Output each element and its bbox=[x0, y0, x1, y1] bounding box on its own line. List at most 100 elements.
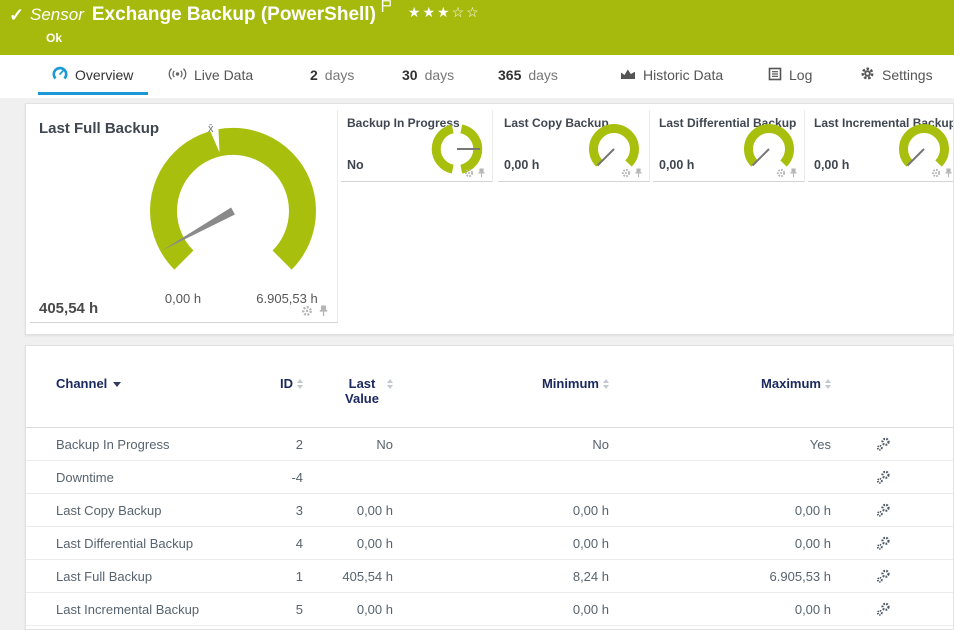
tab-label: days bbox=[528, 67, 558, 83]
channel-maximum: 0,00 h bbox=[609, 536, 831, 551]
stars-empty[interactable]: ☆☆ bbox=[452, 4, 481, 20]
stars-filled[interactable]: ★★★ bbox=[408, 4, 452, 20]
flag-icon bbox=[381, 0, 392, 18]
panel-corner-icons bbox=[464, 168, 486, 178]
channel-last-value: 405,54 h bbox=[303, 569, 393, 584]
pin-icon[interactable] bbox=[789, 168, 798, 178]
table-header-row: Channel ID Last Value Minimum Maximum bbox=[26, 346, 953, 428]
column-header-minimum[interactable]: Minimum bbox=[393, 376, 609, 391]
status-check-icon: ✓ bbox=[9, 5, 24, 26]
tab-label: Historic Data bbox=[643, 67, 723, 83]
column-label: ID bbox=[280, 376, 293, 391]
channel-settings-gears-icon[interactable] bbox=[876, 470, 891, 484]
tab-label: Live Data bbox=[194, 67, 253, 83]
panel-corner-icons bbox=[621, 168, 643, 178]
pin-icon[interactable] bbox=[477, 168, 486, 178]
channel-minimum: 8,24 h bbox=[393, 569, 609, 584]
sort-active-icon bbox=[113, 382, 121, 387]
average-marker-label: x̄ bbox=[208, 123, 214, 135]
gauge-value: No bbox=[347, 158, 364, 172]
gear-icon[interactable] bbox=[464, 168, 474, 178]
channel-name: Last Full Backup bbox=[26, 569, 253, 584]
channel-id: 5 bbox=[253, 602, 303, 617]
pin-icon[interactable] bbox=[944, 168, 953, 178]
pin-icon[interactable] bbox=[318, 305, 329, 317]
gauge-panel-backup-in-progress[interactable]: Backup In Progress No bbox=[341, 110, 493, 182]
tab-bar: Overview Live Data 2 days 30 days 365 da… bbox=[0, 55, 954, 98]
gauge-panel-last-incremental-backup[interactable]: Last Incremental Backup 0,00 h bbox=[808, 110, 954, 182]
channel-last-value: No bbox=[303, 437, 393, 452]
column-header-channel[interactable]: Channel bbox=[26, 376, 253, 391]
channel-maximum: 6.905,53 h bbox=[609, 569, 831, 584]
column-header-id[interactable]: ID bbox=[253, 376, 303, 391]
channel-last-value: 0,00 h bbox=[303, 503, 393, 518]
gear-icon[interactable] bbox=[621, 168, 631, 178]
channel-settings-gears-icon[interactable] bbox=[876, 437, 891, 451]
table-row: Last Differential Backup 4 0,00 h 0,00 h… bbox=[26, 527, 953, 560]
channel-id: 1 bbox=[253, 569, 303, 584]
sensor-type-label: Sensor bbox=[30, 5, 84, 25]
tab-label: Overview bbox=[75, 67, 133, 83]
sensor-header: ✓ Sensor Exchange Backup (PowerShell) ★★… bbox=[0, 0, 954, 55]
gear-icon[interactable] bbox=[776, 168, 786, 178]
column-label: Minimum bbox=[542, 376, 599, 391]
tab-30-days[interactable]: 30 days bbox=[402, 61, 454, 89]
page-title: Exchange Backup (PowerShell) bbox=[92, 4, 376, 26]
gauge-panel-last-differential-backup[interactable]: Last Differential Backup 0,00 h bbox=[653, 110, 805, 182]
gauge-panel-last-full-backup[interactable]: Last Full Backup x̄ 0,00 h 6.905,53 h 40… bbox=[30, 110, 338, 323]
channel-name: Last Copy Backup bbox=[26, 503, 253, 518]
table-row: Last Incremental Backup 5 0,00 h 0,00 h … bbox=[26, 593, 953, 626]
channel-id: 3 bbox=[253, 503, 303, 518]
gauge-value: 0,00 h bbox=[504, 158, 539, 172]
tab-number: 365 bbox=[498, 67, 521, 83]
channel-maximum: 0,00 h bbox=[609, 602, 831, 617]
broadcast-icon bbox=[168, 67, 187, 84]
channel-maximum: 0,00 h bbox=[609, 503, 831, 518]
gauge-value: 0,00 h bbox=[814, 158, 849, 172]
status-badge: Ok bbox=[46, 31, 62, 45]
table-row: Last Copy Backup 3 0,00 h 0,00 h 0,00 h bbox=[26, 494, 953, 527]
gauge-value: 405,54 h bbox=[39, 300, 98, 317]
pin-icon[interactable] bbox=[634, 168, 643, 178]
panel-corner-icons bbox=[931, 168, 953, 178]
channel-maximum: Yes bbox=[609, 437, 831, 452]
table-row: Downtime -4 bbox=[26, 461, 953, 494]
tab-overview[interactable]: Overview bbox=[52, 61, 133, 89]
priority-stars[interactable]: ★★★☆☆ bbox=[408, 4, 481, 21]
channel-settings-gears-icon[interactable] bbox=[876, 569, 891, 583]
column-header-last-value[interactable]: Last Value bbox=[303, 376, 393, 406]
channel-settings-gears-icon[interactable] bbox=[876, 503, 891, 517]
column-header-maximum[interactable]: Maximum bbox=[609, 376, 831, 391]
column-label: Channel bbox=[56, 376, 107, 391]
tab-label: Log bbox=[789, 67, 812, 83]
column-label: Maximum bbox=[761, 376, 821, 391]
gauge-panel-last-copy-backup[interactable]: Last Copy Backup 0,00 h bbox=[498, 110, 650, 182]
tab-historic-data[interactable]: Historic Data bbox=[620, 61, 723, 89]
gauge-value: 0,00 h bbox=[659, 158, 694, 172]
tab-365-days[interactable]: 365 days bbox=[498, 61, 558, 89]
channel-table-panel: Channel ID Last Value Minimum Maximum Ba… bbox=[25, 345, 954, 630]
gauge-scale-max: 6.905,53 h bbox=[243, 291, 331, 306]
tab-live-data[interactable]: Live Data bbox=[168, 61, 253, 89]
sensor-title-row: Sensor Exchange Backup (PowerShell) ★★★☆… bbox=[30, 4, 481, 26]
channel-id: 4 bbox=[253, 536, 303, 551]
gear-icon[interactable] bbox=[931, 168, 941, 178]
tab-settings[interactable]: Settings bbox=[860, 61, 933, 89]
channel-minimum: No bbox=[393, 437, 609, 452]
tab-2-days[interactable]: 2 days bbox=[310, 61, 354, 89]
channel-name: Downtime bbox=[26, 470, 253, 485]
channel-settings-gears-icon[interactable] bbox=[876, 602, 891, 616]
gear-icon bbox=[860, 66, 875, 84]
tab-label: Settings bbox=[882, 67, 933, 83]
gear-icon[interactable] bbox=[301, 305, 313, 317]
column-label: Last Value bbox=[341, 376, 383, 406]
active-tab-indicator bbox=[38, 92, 148, 95]
gauges-panel: Last Full Backup x̄ 0,00 h 6.905,53 h 40… bbox=[25, 103, 954, 335]
channel-id: 2 bbox=[253, 437, 303, 452]
area-chart-icon bbox=[620, 67, 636, 83]
gauge-icon bbox=[52, 66, 68, 84]
channel-settings-gears-icon[interactable] bbox=[876, 536, 891, 550]
tab-log[interactable]: Log bbox=[768, 61, 812, 89]
panel-corner-icons bbox=[776, 168, 798, 178]
tab-number: 30 bbox=[402, 67, 418, 83]
